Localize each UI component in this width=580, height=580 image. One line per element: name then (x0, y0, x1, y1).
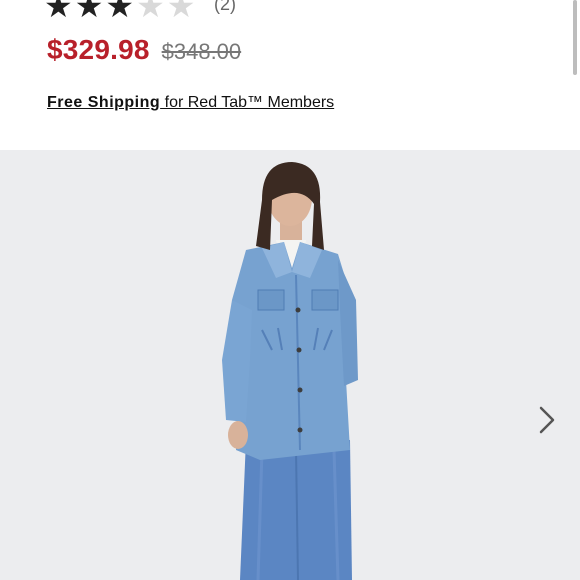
product-image-gallery[interactable] (0, 150, 580, 580)
original-price: $348.00 (161, 39, 242, 64)
star-empty-icon: ★ (136, 0, 165, 24)
star-empty-icon: ★ (166, 0, 196, 24)
scrollbar[interactable] (573, 0, 577, 75)
star-filled-icon: ★ (74, 0, 104, 24)
red-tab-members-text: for Red Tab™ Members (160, 94, 335, 111)
review-count[interactable]: (2) (214, 0, 236, 15)
sale-price: $329.98 (47, 34, 150, 65)
product-photo (0, 150, 580, 580)
price-row: $329.98 $348.00 (47, 34, 241, 66)
star-filled-icon: ★ (44, 0, 73, 24)
chevron-right-icon[interactable] (533, 402, 561, 438)
free-shipping-link[interactable]: Free Shipping for Red Tab™ Members (47, 94, 334, 112)
product-summary: ★ ★ ★ ★ ★ (2) $329.98 $348.00 Free Shipp… (0, 0, 580, 150)
rating-stars[interactable]: ★ ★ ★ ★ ★ (44, 0, 195, 22)
star-filled-icon: ★ (105, 0, 135, 24)
free-shipping-label: Free Shipping (47, 94, 161, 111)
